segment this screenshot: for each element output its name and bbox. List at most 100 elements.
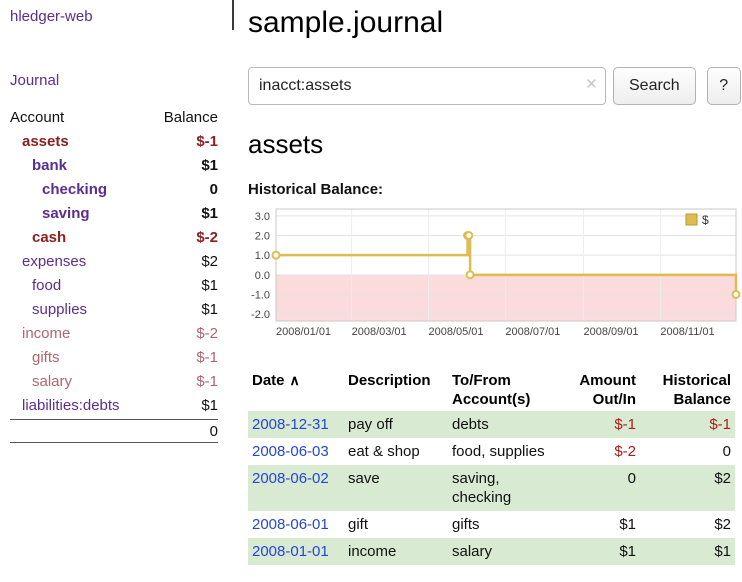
sidebar: hledger-web Journal Account Balance asse… <box>0 0 240 443</box>
register-accounts: debts <box>448 411 558 438</box>
svg-text:1.0: 1.0 <box>255 250 270 262</box>
account-row: saving $1 <box>10 202 218 226</box>
account-row: salary $-1 <box>10 370 218 394</box>
sidebar-account-food[interactable]: food <box>32 274 61 298</box>
register-accounts: saving, checking <box>448 465 558 511</box>
sidebar-account-gifts[interactable]: gifts <box>32 346 60 370</box>
account-balance: $1 <box>201 394 218 418</box>
app-title-link[interactable]: hledger-web <box>10 8 240 25</box>
amount-column-header: Amount Out/In <box>558 369 640 411</box>
sidebar-divider <box>232 0 234 30</box>
sort-ascending-icon[interactable]: ∧ <box>290 372 300 388</box>
date-column-header[interactable]: Date∧ <box>248 369 344 411</box>
register-balance: $2 <box>640 465 735 511</box>
search-bar: × Search ? <box>248 67 742 105</box>
account-row: cash $-2 <box>10 226 218 250</box>
register-row[interactable]: 2008-01-01 income salary $1 $1 <box>248 538 735 565</box>
sidebar-account-cash[interactable]: cash <box>32 226 66 250</box>
svg-text:2008/09/01: 2008/09/01 <box>584 326 639 338</box>
register-accounts: gifts <box>448 511 558 538</box>
account-balance: $1 <box>201 298 218 322</box>
svg-text:0.0: 0.0 <box>255 270 270 282</box>
svg-text:2008/11/01: 2008/11/01 <box>660 326 714 338</box>
accounts-table-header: Account Balance <box>10 106 218 130</box>
register-row[interactable]: 2008-06-01 gift gifts $1 $2 <box>248 511 735 538</box>
register-accounts: food, supplies <box>448 438 558 465</box>
svg-text:$: $ <box>702 213 709 227</box>
sidebar-account-assets[interactable]: assets <box>22 130 69 154</box>
register-date-link[interactable]: 2008-06-02 <box>252 470 329 487</box>
sidebar-account-saving[interactable]: saving <box>42 202 90 226</box>
svg-text:-2.0: -2.0 <box>251 309 270 321</box>
svg-text:2008/03/01: 2008/03/01 <box>352 326 407 338</box>
sidebar-account-salary[interactable]: salary <box>32 370 72 394</box>
account-balance: $-1 <box>196 370 218 394</box>
register-accounts: salary <box>448 538 558 565</box>
register-row[interactable]: 2008-06-02 save saving, checking 0 $2 <box>248 465 735 511</box>
register-amount: $-2 <box>558 438 640 465</box>
register-date-link[interactable]: 2008-12-31 <box>252 416 329 433</box>
svg-text:2008/07/01: 2008/07/01 <box>505 326 560 338</box>
svg-text:3.0: 3.0 <box>255 211 270 223</box>
balance-column-header: Balance <box>164 106 218 130</box>
register-balance: $1 <box>640 538 735 565</box>
account-row: expenses $2 <box>10 250 218 274</box>
search-input[interactable] <box>248 67 606 105</box>
account-balance: $1 <box>201 202 218 226</box>
main-content: sample.journal × Search ? assets Histori… <box>248 0 742 565</box>
accounts-total-value: 0 <box>210 423 218 440</box>
account-balance: $2 <box>201 250 218 274</box>
sidebar-item-journal[interactable]: Journal <box>10 72 240 89</box>
account-row: supplies $1 <box>10 298 218 322</box>
sidebar-account-liabilities-debts[interactable]: liabilities:debts <box>22 394 120 418</box>
register-date-link[interactable]: 2008-06-01 <box>252 516 329 533</box>
svg-text:2.0: 2.0 <box>255 231 270 243</box>
register-amount: 0 <box>558 465 640 511</box>
svg-text:2008/05/01: 2008/05/01 <box>428 326 483 338</box>
account-heading: assets <box>248 129 742 160</box>
account-balance: $-2 <box>196 322 218 346</box>
account-balance: $1 <box>201 154 218 178</box>
register-description: gift <box>344 511 448 538</box>
register-amount: $1 <box>558 511 640 538</box>
register-table: Date∧ Description To/From Account(s) Amo… <box>248 369 735 565</box>
register-amount: $-1 <box>558 411 640 438</box>
help-button[interactable]: ? <box>707 67 741 105</box>
register-balance: $2 <box>640 511 735 538</box>
register-header-row: Date∧ Description To/From Account(s) Amo… <box>248 369 735 411</box>
account-row: bank $1 <box>10 154 218 178</box>
accounts-total: 0 <box>10 419 218 443</box>
register-description: pay off <box>344 411 448 438</box>
register-balance: $-1 <box>640 411 735 438</box>
register-balance: 0 <box>640 438 735 465</box>
chart-heading: Historical Balance: <box>248 181 742 198</box>
svg-text:2008/01/01: 2008/01/01 <box>276 326 331 338</box>
account-row: liabilities:debts $1 <box>10 394 218 418</box>
register-row[interactable]: 2008-06-03 eat & shop food, supplies $-2… <box>248 438 735 465</box>
clear-search-icon[interactable]: × <box>586 75 597 95</box>
sidebar-account-expenses[interactable]: expenses <box>22 250 86 274</box>
sidebar-account-checking[interactable]: checking <box>42 178 107 202</box>
account-row: gifts $-1 <box>10 346 218 370</box>
register-row[interactable]: 2008-12-31 pay off debts $-1 $-1 <box>248 411 735 438</box>
sidebar-account-bank[interactable]: bank <box>32 154 67 178</box>
account-row: income $-2 <box>10 322 218 346</box>
register-date-link[interactable]: 2008-06-03 <box>252 443 329 460</box>
account-row: assets $-1 <box>10 130 218 154</box>
balance-column-header: Historical Balance <box>640 369 735 411</box>
search-button[interactable]: Search <box>613 67 696 105</box>
register-date-link[interactable]: 2008-01-01 <box>252 543 329 560</box>
description-column-header: Description <box>344 369 448 411</box>
register-description: save <box>344 465 448 511</box>
sidebar-account-supplies[interactable]: supplies <box>32 298 87 322</box>
svg-text:-1.0: -1.0 <box>251 289 270 301</box>
accounts-column-header: To/From Account(s) <box>448 369 558 411</box>
page-title: sample.journal <box>248 6 742 40</box>
account-row: food $1 <box>10 274 218 298</box>
account-row: checking 0 <box>10 178 218 202</box>
historical-balance-chart: 3.0 2.0 1.0 0.0 -1.0 -2.0 2008/01/01 2008/03/01… <box>248 205 742 341</box>
account-balance: $-1 <box>196 130 218 154</box>
account-balance: 0 <box>210 178 218 202</box>
account-balance: $-1 <box>196 346 218 370</box>
sidebar-account-income[interactable]: income <box>22 322 70 346</box>
